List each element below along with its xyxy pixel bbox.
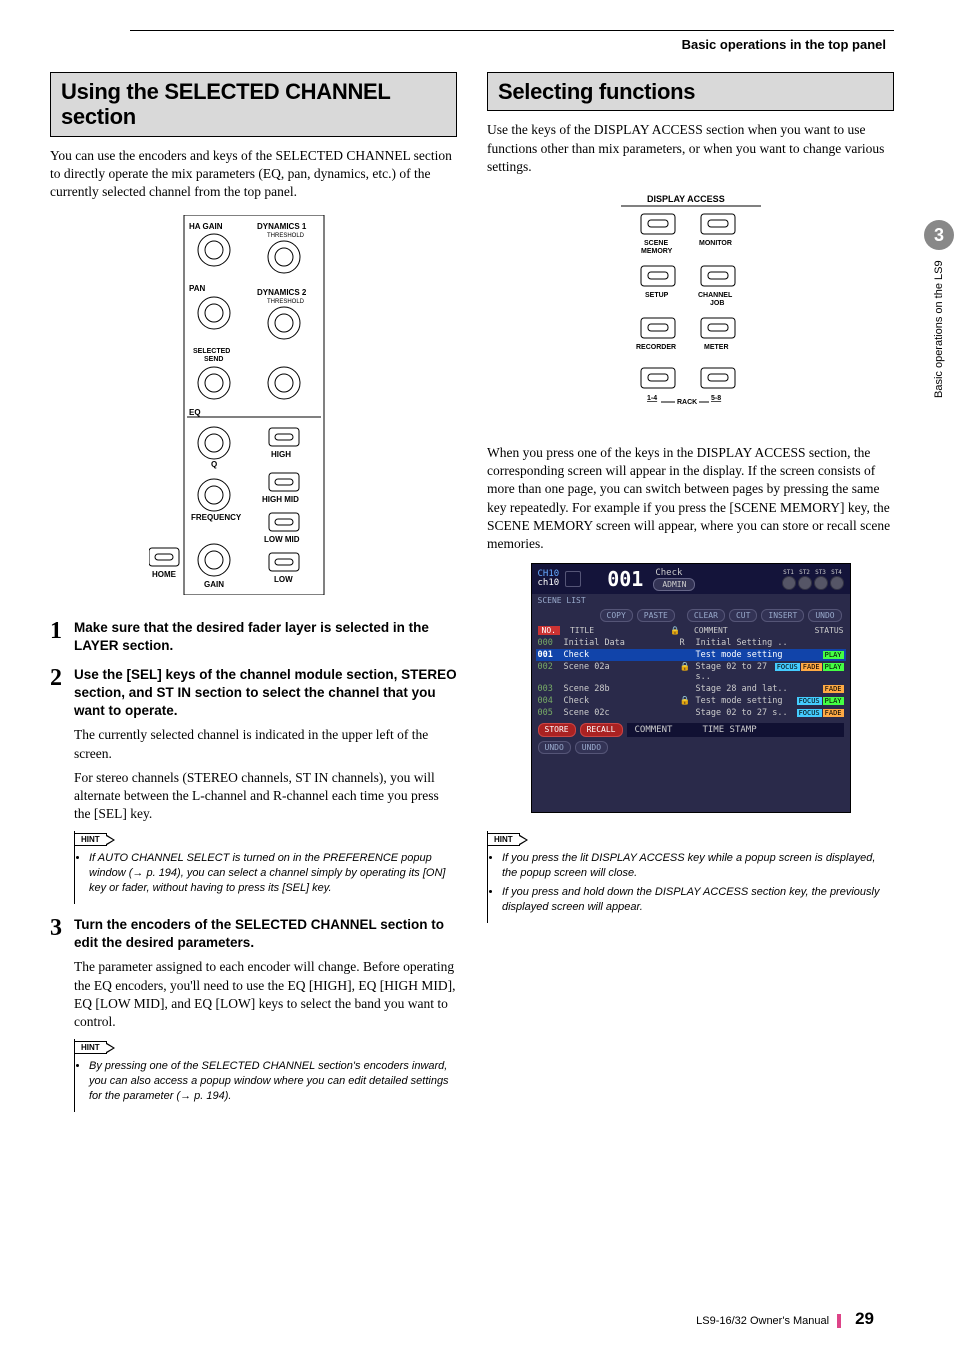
running-header: Basic operations in the top panel <box>50 37 886 52</box>
table-row[interactable]: 005Scene 02cStage 02 to 27 s..FOCUSFADE <box>536 707 846 719</box>
step-3: 3 Turn the encoders of the SELECTED CHAN… <box>50 916 457 952</box>
svg-text:JOB: JOB <box>710 300 724 307</box>
svg-text:RECORDER: RECORDER <box>636 344 676 351</box>
svg-text:CHANNEL: CHANNEL <box>698 292 733 299</box>
page-number: 29 <box>855 1309 874 1328</box>
svg-text:LOW: LOW <box>274 575 293 584</box>
copy-button[interactable]: COPY <box>600 609 633 622</box>
hint-box: HINT If you press the lit DISPLAY ACCESS… <box>487 831 894 922</box>
svg-text:HA GAIN: HA GAIN <box>189 222 223 231</box>
hint-item: By pressing one of the SELECTED CHANNEL … <box>89 1059 457 1104</box>
store-button[interactable]: STORE <box>538 723 576 737</box>
svg-text:THRESHOLD: THRESHOLD <box>267 299 305 305</box>
table-row[interactable]: 001CheckTest mode settingPLAY <box>536 649 846 661</box>
step-2: 2 Use the [SEL] keys of the channel modu… <box>50 666 457 721</box>
intro-left: You can use the encoders and keys of the… <box>50 147 457 202</box>
paste-button[interactable]: PASTE <box>637 609 675 622</box>
scene-number: 001 <box>607 567 643 591</box>
table-row[interactable]: 000Initial DataRInitial Setting .. <box>536 637 846 649</box>
svg-text:SELECTED: SELECTED <box>193 348 230 355</box>
insert-button[interactable]: INSERT <box>761 609 804 622</box>
svg-text:LOW MID: LOW MID <box>264 535 300 544</box>
hint-label: HINT <box>487 833 520 846</box>
step-2-desc2: For stereo channels (STEREO channels, ST… <box>74 769 457 824</box>
step-heading: Make sure that the desired fader layer i… <box>74 619 457 655</box>
step-number: 1 <box>50 619 74 655</box>
admin-badge: ADMIN <box>653 578 695 591</box>
step-heading: Turn the encoders of the SELECTED CHANNE… <box>74 916 457 952</box>
svg-text:THRESHOLD: THRESHOLD <box>267 233 305 239</box>
hint-box: HINT By pressing one of the SELECTED CHA… <box>74 1039 457 1112</box>
hint-label: HINT <box>74 1041 107 1054</box>
hint-box: HINT If AUTO CHANNEL SELECT is turned on… <box>74 831 457 904</box>
scene-list-label: SCENE LIST <box>532 594 850 607</box>
svg-text:SCENE: SCENE <box>644 240 668 247</box>
cut-button[interactable]: CUT <box>729 609 757 622</box>
svg-text:MONITOR: MONITOR <box>699 240 732 247</box>
svg-text:SEND: SEND <box>204 356 223 363</box>
svg-text:HIGH: HIGH <box>271 450 291 459</box>
step-1: 1 Make sure that the desired fader layer… <box>50 619 457 655</box>
figure-selected-channel-panel: HA GAIN DYNAMICS 1 THRESHOLD PAN DYNAMIC… <box>50 215 457 599</box>
para-display-access: When you press one of the keys in the DI… <box>487 444 894 553</box>
svg-text:DYNAMICS 2: DYNAMICS 2 <box>257 288 307 297</box>
svg-text:5-8: 5-8 <box>711 395 721 402</box>
table-row[interactable]: 003Scene 28bStage 28 and lat..FADE <box>536 683 846 695</box>
svg-text:METER: METER <box>704 344 729 351</box>
hint-label: HINT <box>74 833 107 846</box>
scene-list: 000Initial DataRInitial Setting ..001Che… <box>532 637 850 719</box>
svg-text:HOME: HOME <box>152 570 177 579</box>
heading-using-selected-channel: Using the SELECTED CHANNEL section <box>50 72 457 137</box>
hint-item: If you press and hold down the DISPLAY A… <box>502 885 894 915</box>
chapter-number-badge: 3 <box>924 220 954 250</box>
svg-text:MEMORY: MEMORY <box>641 248 673 255</box>
intro-right: Use the keys of the DISPLAY ACCESS secti… <box>487 121 894 176</box>
table-row[interactable]: 004Check🔒Test mode settingFOCUSPLAY <box>536 695 846 707</box>
step-number: 2 <box>50 666 74 721</box>
svg-text:1-4: 1-4 <box>647 395 657 402</box>
manual-title: LS9-16/32 Owner's Manual <box>696 1315 829 1327</box>
svg-text:SETUP: SETUP <box>645 292 669 299</box>
recall-button[interactable]: RECALL <box>580 723 623 737</box>
svg-text:FREQUENCY: FREQUENCY <box>191 513 242 522</box>
chapter-tab-label: Basic operations on the LS9 <box>924 260 954 430</box>
figure-scene-memory-screen: CH10 ch10 001 Check ADMIN ST1 ST2 ST3 ST… <box>531 563 851 813</box>
table-row[interactable]: 002Scene 02a🔒Stage 02 to 27 s..FOCUSFADE… <box>536 661 846 683</box>
step-heading: Use the [SEL] keys of the channel module… <box>74 666 457 721</box>
undo-button[interactable]: UNDO <box>808 609 841 622</box>
undo-button[interactable]: UNDO <box>538 741 571 754</box>
svg-text:HIGH MID: HIGH MID <box>262 495 299 504</box>
svg-text:DYNAMICS 1: DYNAMICS 1 <box>257 222 307 231</box>
svg-text:GAIN: GAIN <box>204 580 224 589</box>
heading-selecting-functions: Selecting functions <box>487 72 894 111</box>
hint-item: If AUTO CHANNEL SELECT is turned on in t… <box>89 851 457 896</box>
step-2-desc1: The currently selected channel is indica… <box>74 726 457 762</box>
page-footer: LS9-16/32 Owner's Manual 29 <box>696 1309 874 1329</box>
step-3-desc1: The parameter assigned to each encoder w… <box>74 958 457 1031</box>
svg-text:RACK: RACK <box>677 399 697 406</box>
svg-text:DISPLAY ACCESS: DISPLAY ACCESS <box>647 194 725 204</box>
svg-text:Q: Q <box>211 460 217 469</box>
hint-item: If you press the lit DISPLAY ACCESS key … <box>502 851 894 881</box>
chapter-tab: 3 Basic operations on the LS9 <box>924 220 954 430</box>
svg-text:PAN: PAN <box>189 284 206 293</box>
clear-button[interactable]: CLEAR <box>687 609 725 622</box>
figure-display-access-panel: DISPLAY ACCESS SCENEMEMORY MONITOR SETUP… <box>487 190 894 424</box>
step-number: 3 <box>50 916 74 952</box>
undo-button[interactable]: UNDO <box>575 741 608 754</box>
svg-text:EQ: EQ <box>189 408 201 417</box>
